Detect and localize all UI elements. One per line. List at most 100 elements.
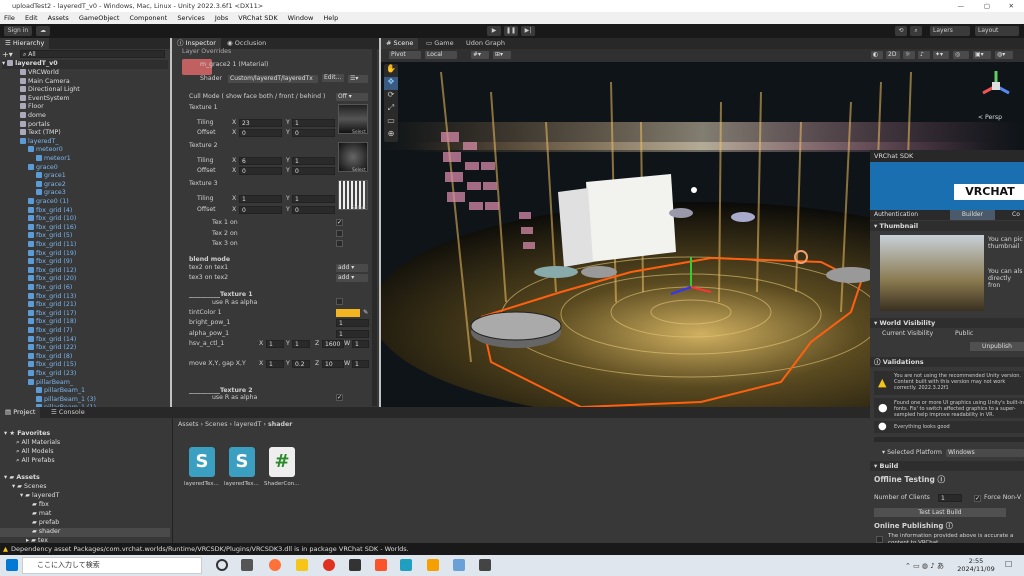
task-view-icon[interactable] — [241, 559, 253, 571]
transform-tool-icon[interactable]: ⊕ — [384, 129, 398, 142]
csharp-file-icon[interactable]: # — [269, 447, 295, 477]
menu-gameobject[interactable]: GameObject — [75, 14, 124, 22]
hierarchy-item[interactable]: fbx_grid (14) — [28, 335, 76, 345]
hierarchy-search[interactable]: ⌕ All — [20, 50, 165, 58]
pivot-dropdown[interactable]: Pivot — [389, 51, 421, 59]
cloud-icon[interactable]: ☁ — [36, 26, 50, 36]
hierarchy-item[interactable]: fbx_grid (5) — [28, 232, 72, 241]
folder-scenes[interactable]: ▾ ▰ Scenes — [12, 483, 47, 492]
tex2-on-checkbox[interactable] — [336, 230, 343, 237]
hierarchy-item[interactable]: fbx_grid (21) — [28, 301, 76, 310]
sublime-icon[interactable] — [427, 559, 439, 571]
hierarchy-item[interactable]: pillarBeam_1 (3) — [36, 395, 96, 405]
tex3-on-checkbox[interactable] — [336, 240, 343, 247]
effects-icon[interactable]: ✦▾ — [933, 51, 949, 59]
t3-offset-y[interactable]: 0 — [292, 206, 335, 214]
t3-tiling-x[interactable]: 1 — [239, 195, 282, 203]
fav-all-materials[interactable]: ⌕ All Materials — [16, 439, 60, 448]
t1-offset-x[interactable]: 0 — [239, 129, 282, 137]
tab-hierarchy[interactable]: ☰ Hierarchy — [0, 38, 50, 49]
tex2-on-tex1-dropdown[interactable]: add ▾ — [336, 264, 368, 272]
hierarchy-item[interactable]: meteor1 — [36, 155, 71, 164]
menu-assets[interactable]: Assets — [44, 14, 73, 22]
hierarchy-item[interactable]: pillarBeam_ — [28, 378, 73, 388]
file-explorer-icon[interactable] — [296, 559, 308, 571]
hand-tool-icon[interactable]: ✋ — [384, 64, 398, 77]
hsv-z[interactable]: 1600 — [322, 340, 344, 348]
hierarchy-item[interactable]: fbx_grid (13) — [28, 292, 76, 302]
tab-game[interactable]: ▭ Game — [421, 38, 459, 49]
inspector-scrollbar[interactable] — [372, 48, 377, 406]
asset-file-2[interactable]: layeredTex... — [224, 480, 259, 488]
hsv-x[interactable]: 1 — [266, 340, 284, 348]
eyedropper-icon[interactable]: ✎ — [363, 309, 368, 317]
unity-editor-icon[interactable] — [479, 559, 491, 571]
history-icon[interactable]: ⟲ — [895, 26, 907, 36]
tab-project[interactable]: ▤ Project — [0, 407, 41, 418]
hierarchy-item[interactable]: fbx_grid (23) — [28, 370, 76, 379]
gizmos-icon[interactable]: ◍▾ — [995, 51, 1013, 59]
tab-builder[interactable]: Builder — [950, 210, 995, 220]
t1-tiling-y[interactable]: 1 — [292, 119, 335, 127]
hsv-w[interactable]: 1 — [352, 340, 369, 348]
notification-icon[interactable]: ☐ — [1005, 560, 1012, 569]
sign-in-button[interactable]: Sign in — [4, 26, 32, 36]
hierarchy-item[interactable]: layeredT_ — [20, 137, 59, 147]
scale-tool-icon[interactable]: ⤢ — [384, 103, 398, 116]
hierarchy-item[interactable]: Main Camera — [20, 77, 70, 87]
hierarchy-item[interactable]: EventSystem — [20, 94, 70, 104]
validations-scrollbar[interactable] — [874, 437, 1024, 442]
status-message[interactable]: Dependency asset Packages/com.vrchat.wor… — [11, 545, 409, 553]
add-icon[interactable]: +▾ — [2, 50, 13, 59]
t1-offset-y[interactable]: 0 — [292, 129, 335, 137]
step-icon[interactable]: ▶| — [521, 26, 535, 36]
hierarchy-item[interactable]: meteor0 — [28, 146, 63, 155]
number-of-clients-field[interactable]: 1 — [938, 494, 962, 502]
texture3-select-button[interactable]: Select — [352, 205, 366, 213]
folder-layeredt[interactable]: ▾ ▰ layeredT — [20, 492, 59, 501]
hierarchy-item[interactable]: dome — [20, 112, 46, 121]
shader-edit-button[interactable]: Edit... — [322, 74, 344, 82]
hierarchy-item[interactable]: fbx_grid (8) — [28, 352, 72, 362]
hierarchy-item[interactable]: grace0 — [28, 163, 58, 173]
move-y[interactable]: 0.2 — [292, 360, 310, 368]
t2-offset-y[interactable]: 0 — [292, 167, 335, 175]
tab-content[interactable]: Co — [1012, 210, 1020, 220]
tab-console[interactable]: ☰ Console — [46, 407, 90, 418]
t2-offset-x[interactable]: 0 — [239, 167, 282, 175]
test-last-build-button[interactable]: Test Last Build — [874, 508, 1006, 517]
mode-2d-button[interactable]: 2D — [886, 51, 900, 59]
hierarchy-item[interactable]: grace2 — [36, 180, 66, 190]
unity-hub-icon[interactable] — [349, 559, 361, 571]
grid-snap-icon[interactable]: #▾ — [471, 51, 489, 59]
hsv-y[interactable]: 1 — [292, 340, 310, 348]
pause-icon[interactable]: ❚❚ — [504, 26, 518, 36]
opera-icon[interactable] — [323, 559, 335, 571]
brave-icon[interactable] — [375, 559, 387, 571]
menu-vrchat-sdk[interactable]: VRChat SDK — [234, 14, 281, 22]
persp-label[interactable]: < Persp — [978, 114, 1002, 122]
breadcrumb-scenes[interactable]: Scenes — [205, 421, 227, 428]
shader-file-icon[interactable]: S — [189, 447, 215, 477]
vrchat-app-icon[interactable] — [400, 559, 412, 571]
hierarchy-item[interactable]: Directional Light — [20, 86, 80, 95]
menu-edit[interactable]: Edit — [21, 14, 42, 22]
t3-tiling-y[interactable]: 1 — [292, 195, 335, 203]
tab-authentication[interactable]: Authentication — [874, 210, 934, 220]
hierarchy-item[interactable]: fbx_grid (9) — [28, 258, 72, 267]
system-tray-icons[interactable]: ⌃ ▭ ◍ ♪ あ — [905, 561, 944, 571]
windows-start-icon[interactable] — [6, 559, 18, 571]
close-icon[interactable]: ✕ — [1009, 0, 1014, 12]
hierarchy-item[interactable]: portals — [20, 120, 50, 130]
thumbnail-image[interactable] — [880, 235, 984, 311]
use-r-alpha-checkbox[interactable] — [336, 298, 343, 305]
t1-tiling-x[interactable]: 23 — [239, 119, 282, 127]
move-tool-icon[interactable]: ✥ — [384, 77, 398, 90]
folder-prefab[interactable]: ▰ prefab — [32, 519, 59, 528]
camera-settings-icon[interactable]: ▣▾ — [973, 51, 991, 59]
app-icon[interactable] — [453, 559, 465, 571]
hierarchy-item[interactable]: fbx_grid (11) — [28, 241, 76, 250]
local-dropdown[interactable]: Local — [425, 51, 457, 59]
unpublish-button[interactable]: Unpublish — [970, 342, 1024, 351]
hierarchy-item[interactable]: VRCWorld — [20, 69, 59, 78]
